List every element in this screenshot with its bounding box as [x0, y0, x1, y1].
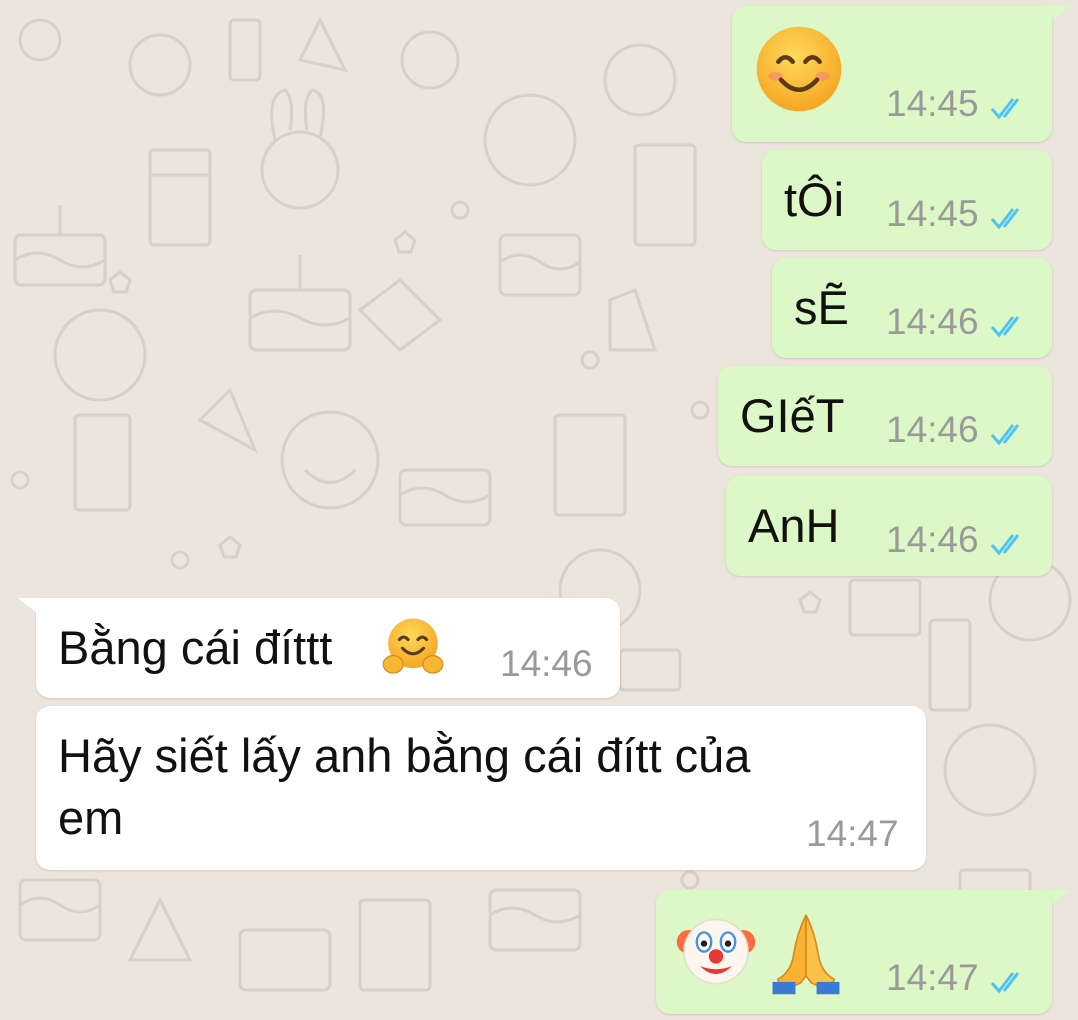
message-text-line: em: [58, 791, 124, 844]
read-ticks-icon: [990, 972, 1020, 994]
message-bubble-incoming[interactable]: Bằng cái đíttt 14:46: [36, 598, 620, 698]
message-time: 14:47: [886, 957, 979, 998]
clown-face-emoji: [676, 918, 756, 985]
message-time: 14:46: [500, 643, 593, 684]
message-text-line: Hãy siết lấy anh bằng cái đítt của: [58, 729, 751, 782]
message-text: AnH: [748, 499, 840, 552]
message-time: 14:45: [886, 193, 979, 234]
message-bubble-outgoing[interactable]: AnH 14:46: [726, 476, 1052, 576]
message-time: 14:47: [806, 813, 899, 854]
message-bubble-outgoing[interactable]: tÔi 14:45: [762, 150, 1052, 250]
read-ticks-icon: [990, 534, 1020, 556]
message-bubble-outgoing[interactable]: 14:45: [732, 6, 1052, 142]
message-text: Bằng cái đíttt: [58, 621, 333, 674]
message-time: 14:46: [886, 519, 979, 560]
read-ticks-icon: [990, 424, 1020, 446]
folded-hands-emoji: [772, 914, 840, 995]
message-bubble-incoming[interactable]: Hãy siết lấy anh bằng cái đítt của em 14…: [36, 706, 926, 870]
hugging-face-emoji: [382, 618, 444, 674]
smiling-face-emoji: [756, 26, 842, 112]
message-text: GIếT: [740, 389, 845, 442]
message-time: 14:46: [886, 409, 979, 450]
message-bubble-outgoing[interactable]: sẼ 14:46: [772, 258, 1052, 358]
message-bubble-outgoing[interactable]: 14:47: [656, 890, 1052, 1014]
message-time: 14:46: [886, 301, 979, 342]
read-ticks-icon: [990, 208, 1020, 230]
message-text: tÔi: [784, 173, 845, 226]
read-ticks-icon: [990, 98, 1020, 120]
message-text: sẼ: [794, 281, 849, 334]
read-ticks-icon: [990, 316, 1020, 338]
message-bubble-outgoing[interactable]: GIếT 14:46: [718, 366, 1052, 466]
message-time: 14:45: [886, 83, 979, 124]
